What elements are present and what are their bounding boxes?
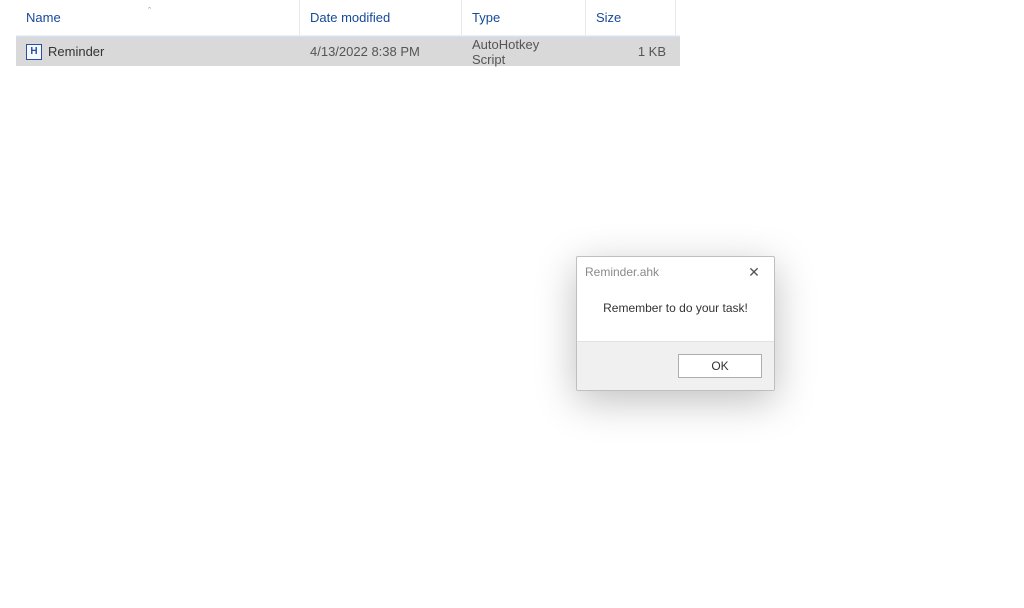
column-header-name-label: Name [26, 10, 61, 25]
cell-date: 4/13/2022 8:38 PM [300, 44, 462, 59]
dialog-title: Reminder.ahk [585, 265, 742, 279]
message-box: Reminder.ahk ✕ Remember to do your task!… [576, 256, 775, 391]
column-header-size[interactable]: Size [586, 0, 676, 35]
file-list: Name ˆ Date modified Type Size H Reminde… [16, 0, 680, 66]
column-header-type[interactable]: Type [462, 0, 586, 35]
ok-button[interactable]: OK [678, 354, 762, 378]
column-header-row: Name ˆ Date modified Type Size [16, 0, 680, 36]
file-name-label: Reminder [48, 44, 104, 59]
column-header-name[interactable]: Name ˆ [16, 0, 300, 35]
dialog-footer: OK [577, 341, 774, 390]
file-size-label: 1 KB [638, 44, 666, 59]
close-icon[interactable]: ✕ [742, 260, 766, 284]
ahk-file-icon: H [26, 44, 42, 60]
column-header-type-label: Type [472, 10, 500, 25]
cell-size: 1 KB [586, 44, 676, 59]
dialog-message: Remember to do your task! [603, 301, 748, 315]
dialog-titlebar[interactable]: Reminder.ahk ✕ [577, 257, 774, 287]
column-header-date-label: Date modified [310, 10, 390, 25]
file-type-label: AutoHotkey Script [472, 37, 576, 67]
cell-type: AutoHotkey Script [462, 37, 586, 67]
dialog-body: Remember to do your task! [577, 287, 774, 341]
sort-ascending-icon: ˆ [148, 6, 151, 16]
file-date-label: 4/13/2022 8:38 PM [310, 44, 420, 59]
cell-name: H Reminder [16, 44, 300, 60]
column-header-date[interactable]: Date modified [300, 0, 462, 35]
column-header-size-label: Size [596, 10, 621, 25]
table-row[interactable]: H Reminder 4/13/2022 8:38 PM AutoHotkey … [16, 36, 680, 66]
